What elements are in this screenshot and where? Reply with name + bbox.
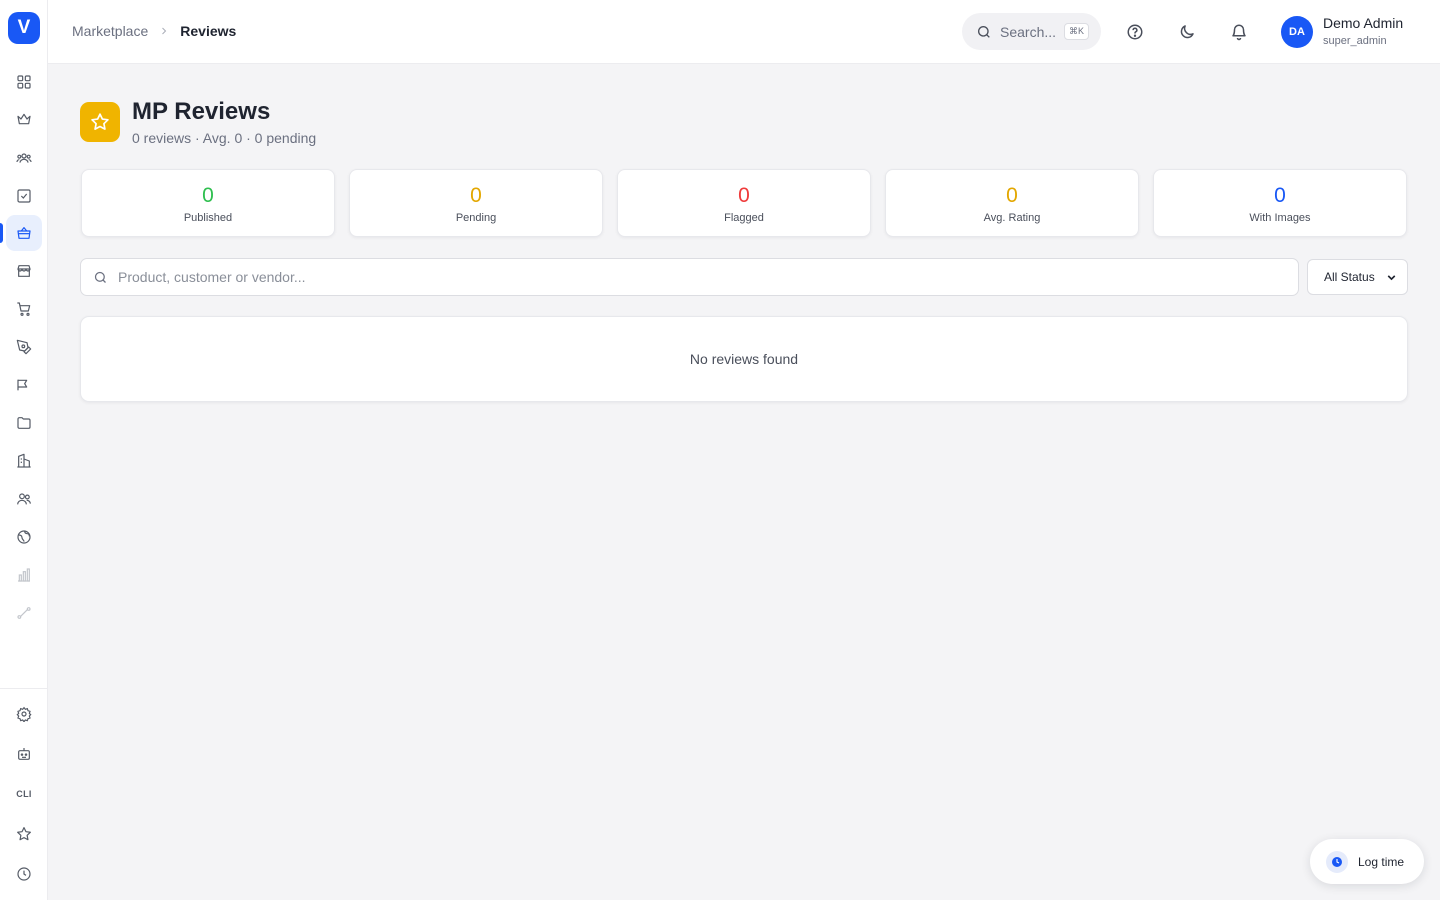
bot-icon bbox=[18, 748, 30, 760]
pen-tool-icon bbox=[16, 339, 32, 355]
review-search-input[interactable] bbox=[118, 269, 1268, 285]
stat-card-pending: 0 Pending bbox=[349, 169, 603, 237]
clock-icon bbox=[17, 867, 31, 881]
log-time-button[interactable]: Log time bbox=[1310, 839, 1424, 884]
search-icon bbox=[94, 271, 106, 283]
global-search-label: Search... bbox=[1000, 23, 1057, 40]
breadcrumb: Marketplace Reviews bbox=[72, 23, 236, 39]
stat-label: Pending bbox=[455, 212, 497, 224]
stat-value: 0 bbox=[470, 184, 482, 207]
star-icon bbox=[91, 113, 109, 130]
sidebar-item-analytics[interactable] bbox=[6, 557, 42, 593]
help-button[interactable] bbox=[1125, 22, 1145, 42]
sidebar: V CLI bbox=[0, 0, 48, 900]
sidebar-item-global[interactable] bbox=[6, 519, 42, 555]
status-filter-select[interactable]: All Status bbox=[1307, 259, 1408, 295]
help-circle-icon bbox=[1127, 24, 1143, 40]
breadcrumb-current: Reviews bbox=[180, 23, 237, 39]
stat-value: 0 bbox=[202, 184, 214, 207]
settings-gear-icon bbox=[16, 706, 32, 722]
sidebar-item-bot[interactable] bbox=[6, 736, 42, 772]
sidebar-item-store[interactable] bbox=[6, 253, 42, 289]
sidebar-item-favorites[interactable] bbox=[6, 816, 42, 852]
stat-label: Published bbox=[183, 212, 233, 224]
chevron-down-icon bbox=[1385, 271, 1398, 284]
page-icon bbox=[80, 102, 120, 142]
stat-label: With Images bbox=[1249, 212, 1311, 224]
sidebar-item-crown[interactable] bbox=[6, 101, 42, 137]
review-search-field[interactable] bbox=[80, 258, 1299, 296]
page-subtitle: 0 reviews · Avg. 0 · 0 pending bbox=[132, 130, 317, 146]
user-name[interactable]: Demo Admin bbox=[1323, 15, 1403, 31]
stat-label: Avg. Rating bbox=[983, 212, 1041, 224]
notifications-button[interactable] bbox=[1229, 22, 1249, 42]
stat-value: 0 bbox=[738, 184, 750, 207]
stat-label: Flagged bbox=[724, 212, 764, 224]
sidebar-item-routes[interactable] bbox=[6, 595, 42, 631]
dashboard-icon bbox=[17, 75, 31, 89]
sidebar-item-users[interactable] bbox=[6, 140, 42, 176]
theme-toggle-button[interactable] bbox=[1177, 22, 1197, 42]
cli-icon: CLI bbox=[16, 789, 32, 799]
moon-icon bbox=[1180, 25, 1194, 39]
active-indicator bbox=[0, 223, 3, 243]
bar-chart-icon bbox=[18, 568, 30, 582]
sidebar-divider bbox=[0, 688, 48, 689]
sidebar-item-cli[interactable]: CLI bbox=[6, 776, 42, 812]
globe-icon bbox=[17, 530, 31, 544]
star-icon bbox=[17, 827, 31, 841]
sidebar-item-files[interactable] bbox=[6, 405, 42, 441]
sidebar-item-history[interactable] bbox=[6, 856, 42, 892]
status-filter-value: All Status bbox=[1324, 270, 1375, 284]
sidebar-item-dashboard[interactable] bbox=[6, 64, 42, 100]
buildings-icon bbox=[17, 453, 31, 468]
bell-icon bbox=[1232, 24, 1246, 41]
sidebar-item-companies[interactable] bbox=[6, 443, 42, 479]
folder-icon bbox=[17, 417, 31, 429]
stat-card-with-images: 0 With Images bbox=[1153, 169, 1407, 237]
reviews-list: No reviews found bbox=[80, 316, 1408, 402]
breadcrumb-parent[interactable]: Marketplace bbox=[72, 23, 148, 39]
sidebar-item-marketplace[interactable] bbox=[6, 215, 42, 251]
app-logo[interactable]: V bbox=[8, 12, 40, 44]
shortcut-badge: ⌘K bbox=[1064, 23, 1090, 40]
stat-value: 0 bbox=[1006, 184, 1018, 207]
users-group-icon bbox=[16, 153, 32, 163]
timer-icon bbox=[1326, 850, 1348, 873]
chevron-right-icon bbox=[158, 25, 170, 37]
megaphone-icon bbox=[17, 379, 28, 391]
stat-value: 0 bbox=[1274, 184, 1286, 207]
sidebar-item-design[interactable] bbox=[6, 329, 42, 365]
sidebar-item-tasks[interactable] bbox=[6, 178, 42, 214]
stat-card-published: 0 Published bbox=[81, 169, 335, 237]
checkbox-icon bbox=[17, 189, 31, 203]
crown-icon bbox=[17, 113, 31, 125]
sidebar-item-settings[interactable] bbox=[6, 696, 42, 732]
stat-card-flagged: 0 Flagged bbox=[617, 169, 871, 237]
cart-icon bbox=[17, 302, 31, 316]
sidebar-item-team[interactable] bbox=[6, 481, 42, 517]
user-avatar[interactable]: DA bbox=[1281, 16, 1313, 48]
page-title: MP Reviews bbox=[132, 98, 271, 125]
team-icon bbox=[17, 493, 31, 505]
stat-card-avg-rating: 0 Avg. Rating bbox=[885, 169, 1139, 237]
sidebar-item-campaigns[interactable] bbox=[6, 367, 42, 403]
user-role: super_admin bbox=[1323, 35, 1387, 47]
top-header: Marketplace Reviews Search... ⌘K DA Demo… bbox=[48, 0, 1440, 64]
search-icon bbox=[978, 25, 990, 38]
log-time-label: Log time bbox=[1358, 854, 1405, 869]
store-icon bbox=[17, 265, 31, 277]
route-icon bbox=[17, 607, 31, 619]
marketplace-bag-icon bbox=[17, 227, 31, 239]
sidebar-item-cart[interactable] bbox=[6, 291, 42, 327]
empty-state-text: No reviews found bbox=[689, 351, 799, 367]
global-search-button[interactable]: Search... ⌘K bbox=[962, 13, 1101, 50]
